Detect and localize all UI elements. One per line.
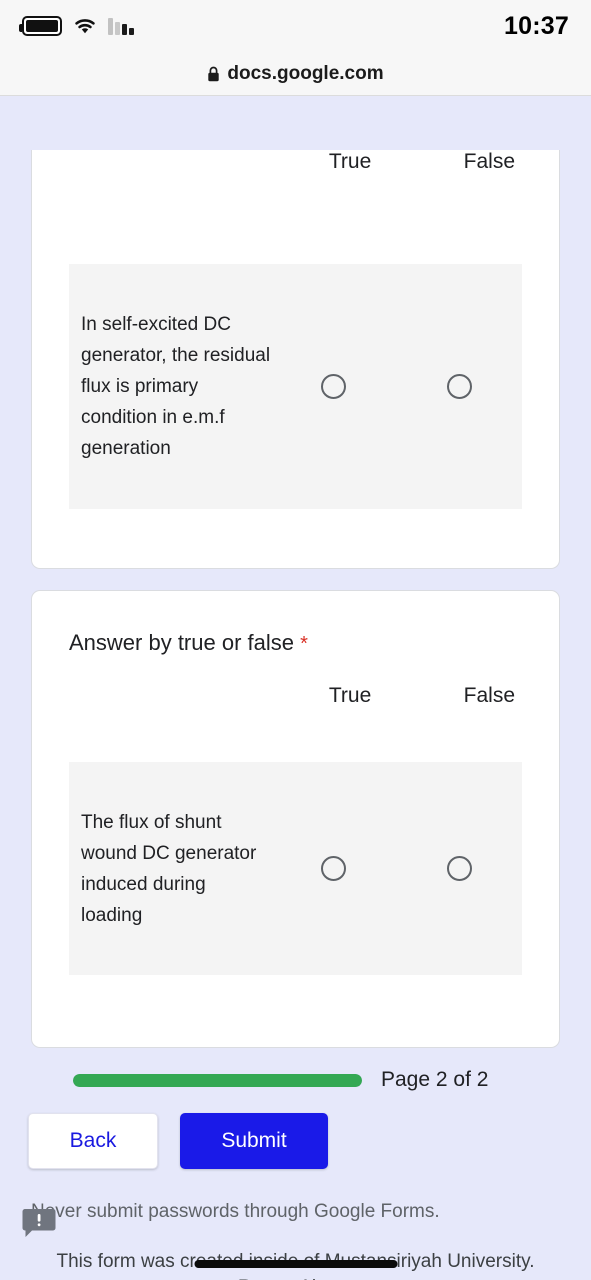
grid-row-label-1: In self-excited DC generator, the residu… <box>81 314 271 459</box>
question-title-2: Answer by true or false * <box>32 591 559 658</box>
radio-true-2[interactable] <box>320 856 346 881</box>
radio-cell-false-2[interactable] <box>396 856 522 881</box>
page-indicator: Page 2 of 2 <box>381 1068 489 1091</box>
radio-cell-false-1[interactable] <box>396 374 522 399</box>
form-content: True False In self-excited DC generator,… <box>0 97 591 1280</box>
column-header-false-1: False <box>463 150 516 173</box>
feedback-bubble-icon[interactable] <box>22 1208 56 1238</box>
url-text: docs.google.com <box>227 62 384 84</box>
question-card-2: Answer by true or false * True False The… <box>31 590 560 1048</box>
status-bar-left-icons <box>19 16 134 36</box>
never-submit-notice: Never submit passwords through Google Fo… <box>31 1201 440 1222</box>
phone-screen: 10:37 docs.google.com True False In self… <box>0 0 591 1280</box>
form-action-buttons: Back Submit <box>0 1113 591 1169</box>
grid-row-1: In self-excited DC generator, the residu… <box>69 264 522 509</box>
column-header-true-1: True <box>328 150 372 173</box>
signal-bars-icon <box>108 17 134 35</box>
progress-bar-fill <box>73 1073 362 1087</box>
radio-cell-true-1[interactable] <box>271 374 397 399</box>
column-headers-1: True False <box>32 150 559 174</box>
column-headers-2: True False <box>32 684 559 708</box>
battery-icon <box>19 16 62 36</box>
progress-bar <box>73 1073 362 1087</box>
column-header-spacer-2 <box>69 684 280 708</box>
question-card-1: True False In self-excited DC generator,… <box>31 150 560 569</box>
question-title-text-2: Answer by true or false <box>69 630 294 655</box>
submit-button[interactable]: Submit <box>180 1113 328 1169</box>
radio-false-2[interactable] <box>446 856 472 881</box>
wifi-icon <box>75 19 95 34</box>
grid-row-2: The flux of shunt wound DC generator ind… <box>69 762 522 975</box>
back-button[interactable]: Back <box>28 1113 158 1169</box>
radio-cell-true-2[interactable] <box>271 856 397 881</box>
home-indicator <box>194 1260 397 1268</box>
grid-row-label-2: The flux of shunt wound DC generator ind… <box>81 811 257 926</box>
status-bar-clock: 10:37 <box>504 11 569 40</box>
browser-url-bar[interactable]: docs.google.com <box>0 52 591 96</box>
required-asterisk-2: * <box>300 633 308 655</box>
ios-status-bar: 10:37 <box>0 0 591 52</box>
column-header-spacer <box>69 150 280 174</box>
column-header-true-2: True <box>328 684 372 707</box>
radio-false-1[interactable] <box>446 374 472 399</box>
radio-true-1[interactable] <box>320 374 346 399</box>
column-header-false-2: False <box>463 684 516 707</box>
progress-row: Page 2 of 2 <box>0 1068 591 1092</box>
lock-icon <box>208 66 220 81</box>
